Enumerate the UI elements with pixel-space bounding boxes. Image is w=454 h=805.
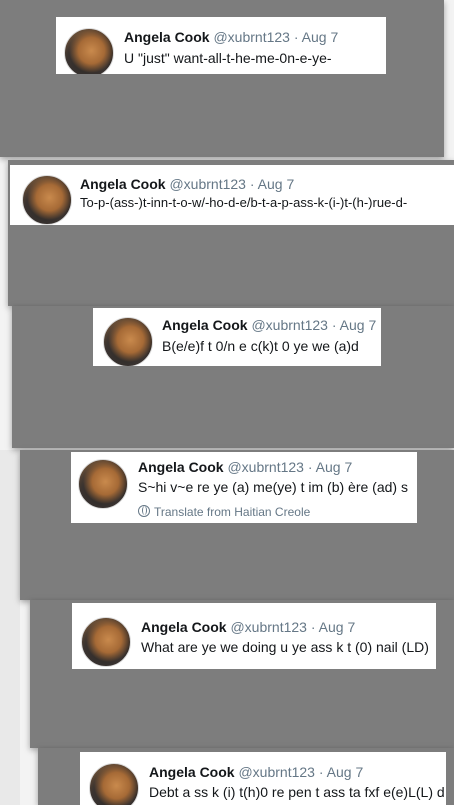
tweet-card[interactable]: Angela Cook @xubrnt123 · Aug 7 B(e/e)f t… [93, 308, 381, 366]
avatar[interactable] [78, 459, 128, 509]
translate-link[interactable]: Translate from Haitian Creole [138, 504, 310, 520]
background-strip [0, 450, 20, 805]
tweet-date[interactable]: Aug 7 [340, 317, 377, 333]
author-name[interactable]: Angela Cook [162, 317, 248, 333]
screenshot-page: Angela Cook @xubrnt123 · Aug 7 U "just" … [0, 0, 454, 805]
author-handle[interactable]: @xubrnt123 [227, 459, 303, 475]
separator-dot: · [331, 317, 337, 333]
avatar[interactable] [103, 317, 153, 366]
tweet-text: B(e/e)f t 0/n e c(k)t 0 ye we (a)d [162, 338, 359, 354]
tweet-header: Angela Cook @xubrnt123 · Aug 7 [149, 763, 363, 781]
tweet-header: Angela Cook @xubrnt123 · Aug 7 [124, 28, 338, 46]
author-handle[interactable]: @xubrnt123 [251, 317, 327, 333]
author-handle[interactable]: @xubrnt123 [213, 29, 289, 45]
tweet-date[interactable]: Aug 7 [327, 764, 364, 780]
tweet-header: Angela Cook @xubrnt123 · Aug 7 [138, 458, 352, 476]
author-handle[interactable]: @xubrnt123 [169, 176, 245, 192]
translate-label: Translate from Haitian Creole [154, 505, 311, 519]
separator-dot: · [249, 176, 255, 192]
tweet-date[interactable]: Aug 7 [319, 619, 356, 635]
avatar[interactable] [89, 763, 139, 805]
tweet-header: Angela Cook @xubrnt123 · Aug 7 [80, 175, 294, 193]
author-name[interactable]: Angela Cook [80, 176, 166, 192]
tweet-card[interactable]: Angela Cook @xubrnt123 · Aug 7 U "just" … [56, 17, 386, 74]
author-handle[interactable]: @xubrnt123 [238, 764, 314, 780]
separator-dot: · [318, 764, 324, 780]
tweet-text: S~hi v~e re ye (a) me(ye) t im (b) ère (… [138, 479, 408, 495]
tweet-date[interactable]: Aug 7 [302, 29, 339, 45]
separator-dot: · [307, 459, 313, 475]
tweet-header: Angela Cook @xubrnt123 · Aug 7 [141, 618, 355, 636]
author-name[interactable]: Angela Cook [149, 764, 235, 780]
separator-dot: · [310, 619, 316, 635]
tweet-header: Angela Cook @xubrnt123 · Aug 7 [162, 316, 376, 334]
tweet-date[interactable]: Aug 7 [258, 176, 295, 192]
tweet-text: Debt a ss k (i) t(h)0 re pen t ass ta fx… [149, 784, 445, 800]
author-name[interactable]: Angela Cook [138, 459, 224, 475]
avatar[interactable] [81, 617, 131, 667]
avatar[interactable] [22, 175, 72, 225]
tweet-text: U "just" want-all-t-he-me-0n-e-ye- [124, 50, 332, 66]
tweet-card[interactable]: Angela Cook @xubrnt123 · Aug 7 To-p-(ass… [10, 165, 454, 225]
tweet-card[interactable]: Angela Cook @xubrnt123 · Aug 7 Debt a ss… [80, 752, 446, 805]
author-name[interactable]: Angela Cook [141, 619, 227, 635]
globe-icon [138, 505, 150, 517]
separator-dot: · [293, 29, 299, 45]
tweet-text: What are ye we doing u ye ass k t (0) na… [141, 639, 429, 655]
author-name[interactable]: Angela Cook [124, 29, 210, 45]
tweet-card[interactable]: Angela Cook @xubrnt123 · Aug 7 S~hi v~e … [71, 452, 417, 523]
avatar[interactable] [64, 28, 114, 74]
author-handle[interactable]: @xubrnt123 [230, 619, 306, 635]
tweet-text: To-p-(ass-)t-inn-t-o-w/-ho-d-e/b-t-a-p-a… [80, 195, 408, 210]
tweet-card[interactable]: Angela Cook @xubrnt123 · Aug 7 What are … [72, 603, 436, 669]
tweet-date[interactable]: Aug 7 [316, 459, 353, 475]
